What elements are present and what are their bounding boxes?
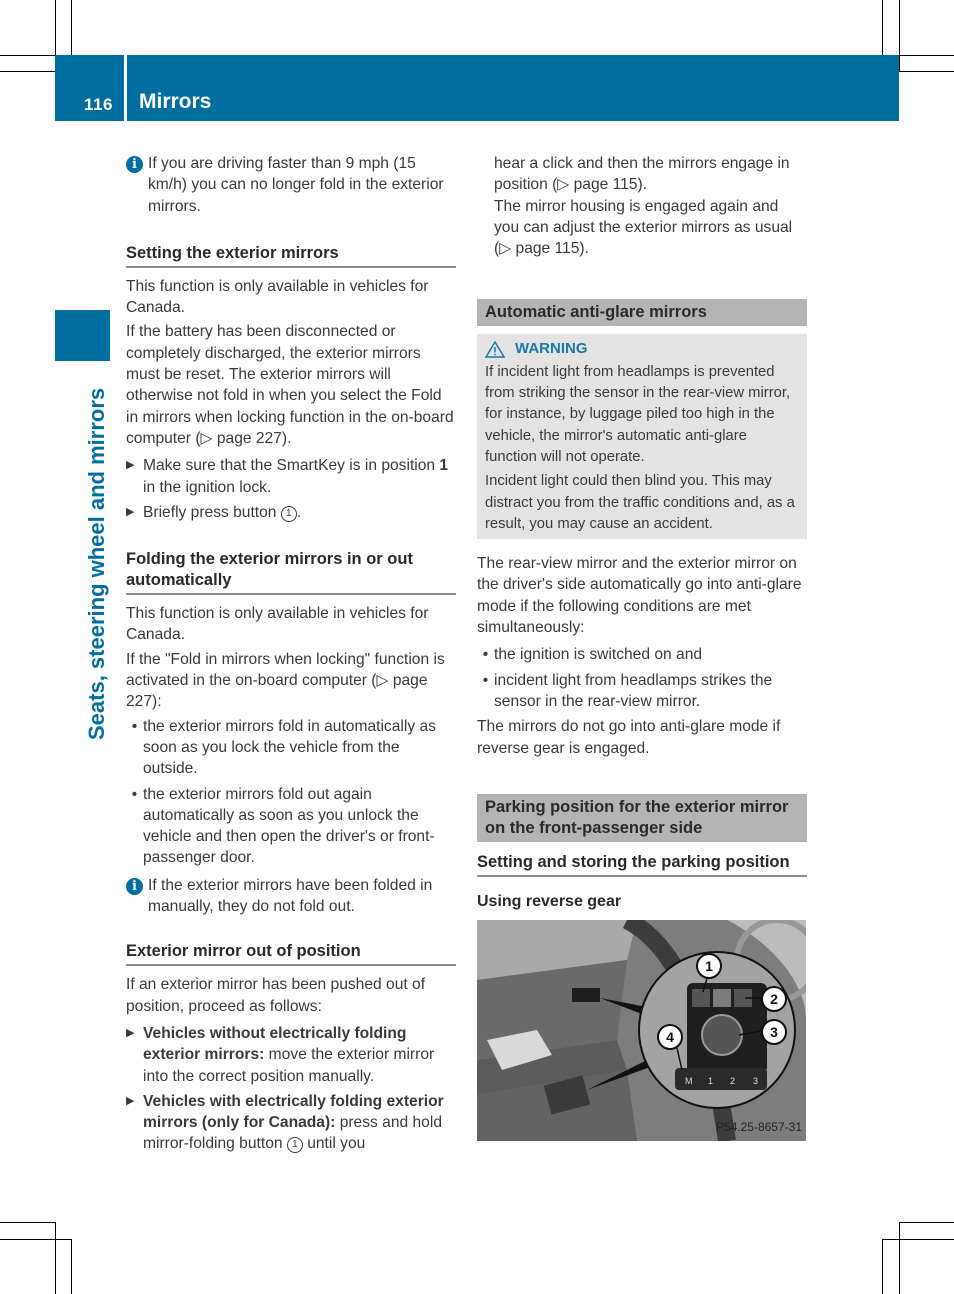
- bullet-text: the exterior mirrors fold out again auto…: [143, 785, 435, 867]
- step-text: Make sure that the SmartKey is in positi…: [143, 457, 440, 475]
- crop-mark: [882, 1239, 883, 1294]
- paragraph: If the "Fold in mirrors when locking" fu…: [126, 650, 445, 711]
- paragraph: The mirror housing is engaged again and …: [494, 197, 793, 258]
- instruction-step: ▶ Vehicles without electrically folding …: [126, 1023, 456, 1087]
- figure-caption: P54.25-8657-31: [715, 1119, 802, 1134]
- paragraph: hear a click and then the mirrors engage…: [494, 155, 790, 194]
- crop-mark: [899, 71, 954, 72]
- memory-button-1: 1: [708, 1076, 713, 1086]
- crop-mark: [0, 55, 55, 56]
- step-text: .: [296, 503, 302, 521]
- section-heading: Automatic anti-glare mirrors: [477, 299, 807, 327]
- crop-mark: [71, 0, 72, 55]
- crop-mark: [71, 1239, 72, 1294]
- instruction-step: ▶ Make sure that the SmartKey is in posi…: [126, 455, 456, 498]
- door-panel-illustration: M 1 2 3 1 2 3 4 P54.25-8657-31: [477, 920, 806, 1142]
- subsection-heading: Setting and storing the parking position: [477, 852, 807, 877]
- crop-mark: [882, 0, 883, 55]
- header-separator: [124, 55, 127, 121]
- callout-4: 4: [657, 1024, 683, 1051]
- step-bold: 1: [439, 457, 449, 475]
- crop-mark: [882, 1239, 954, 1240]
- step-text: Briefly press button: [143, 503, 281, 521]
- paragraph: This function is only available in vehic…: [126, 277, 429, 317]
- left-column: i If you are driving faster than 9 mph (…: [126, 153, 456, 1159]
- step-arrow-icon: ▶: [126, 459, 135, 472]
- right-column: hear a click and then the mirrors engage…: [477, 153, 807, 1142]
- callout-number-icon: 1: [286, 1137, 303, 1154]
- paragraph: If the battery has been disconnected or …: [126, 323, 454, 447]
- info-text: If the exterior mirrors have been folded…: [148, 876, 433, 916]
- section-heading: Parking position for the exterior mirror…: [477, 793, 807, 842]
- instruction-step: ▶ Vehicles with electrically folding ext…: [126, 1091, 456, 1155]
- section-heading: Setting the exterior mirrors: [126, 243, 456, 268]
- crop-mark: [0, 1222, 55, 1223]
- bullet-item: • incident light from headlamps strikes …: [477, 670, 807, 713]
- bullet-icon: •: [482, 646, 489, 664]
- crop-mark: [899, 55, 954, 56]
- warning-text: Incident light could then blind you. Thi…: [485, 473, 795, 532]
- bullet-text: incident light from headlamps strikes th…: [494, 671, 773, 710]
- warning-text: If incident light from headlamps is prev…: [485, 363, 791, 465]
- section-heading: Exterior mirror out of position: [126, 941, 456, 967]
- page-number: 116: [84, 95, 113, 114]
- warning-header: WARNING: [485, 338, 799, 359]
- memory-button-m: M: [685, 1076, 693, 1086]
- step-text: until you: [302, 1135, 366, 1153]
- callout-2: 2: [761, 986, 787, 1013]
- bullet-icon: •: [131, 785, 138, 803]
- info-icon: i: [126, 877, 143, 895]
- crop-mark: [899, 1222, 900, 1294]
- step-arrow-icon: ▶: [126, 505, 135, 518]
- crop-mark: [899, 0, 900, 71]
- callout-3: 3: [761, 1019, 787, 1046]
- crop-mark: [55, 0, 56, 55]
- instruction-step: ▶ Briefly press button 1.: [126, 502, 456, 523]
- bullet-icon: •: [482, 671, 489, 689]
- bullet-item: • the ignition is switched on and: [477, 644, 807, 665]
- info-note: i If the exterior mirrors have been fold…: [126, 875, 456, 918]
- step-text: in the ignition lock.: [143, 478, 272, 496]
- bullet-item: • the exterior mirrors fold out again au…: [126, 784, 456, 869]
- info-icon: i: [126, 156, 143, 173]
- sub-subsection-heading: Using reverse gear: [477, 892, 622, 910]
- bullet-item: • the exterior mirrors fold in automatic…: [126, 716, 456, 780]
- warning-box: WARNING If incident light from headlamps…: [477, 334, 807, 540]
- bullet-text: the ignition is switched on and: [494, 646, 703, 664]
- chapter-title-vertical: Seats, steering wheel and mirrors: [84, 387, 109, 740]
- door-panel-drawing: M 1 2 3: [477, 920, 806, 1142]
- paragraph: This function is only available in vehic…: [126, 605, 429, 644]
- crop-mark: [899, 1222, 954, 1223]
- paragraph: The mirrors do not go into anti-glare mo…: [477, 718, 781, 757]
- info-note: i If you are driving faster than 9 mph (…: [126, 153, 456, 217]
- paragraph: The rear-view mirror and the exterior mi…: [477, 555, 802, 637]
- bullet-text: the exterior mirrors fold in automatical…: [143, 717, 436, 778]
- continued-step: hear a click and then the mirrors engage…: [477, 153, 807, 259]
- crop-mark: [55, 1222, 56, 1294]
- memory-button-2: 2: [730, 1076, 735, 1086]
- step-arrow-icon: ▶: [126, 1026, 135, 1039]
- callout-number-icon: 1: [280, 505, 297, 522]
- page-title: Mirrors: [139, 90, 212, 113]
- side-tab-marker: [55, 310, 110, 361]
- crop-mark: [0, 71, 55, 72]
- crop-mark: [0, 1239, 71, 1240]
- memory-button-3: 3: [753, 1076, 758, 1086]
- paragraph: If an exterior mirror has been pushed ou…: [126, 976, 426, 1015]
- bullet-icon: •: [131, 717, 138, 735]
- callout-1: 1: [696, 953, 722, 980]
- step-arrow-icon: ▶: [126, 1094, 135, 1107]
- info-text: If you are driving faster than 9 mph (15…: [148, 155, 444, 215]
- warning-label: WARNING: [515, 340, 588, 358]
- warning-triangle-icon: [485, 340, 505, 358]
- section-heading: Folding the exterior mirrors in or out a…: [126, 549, 456, 596]
